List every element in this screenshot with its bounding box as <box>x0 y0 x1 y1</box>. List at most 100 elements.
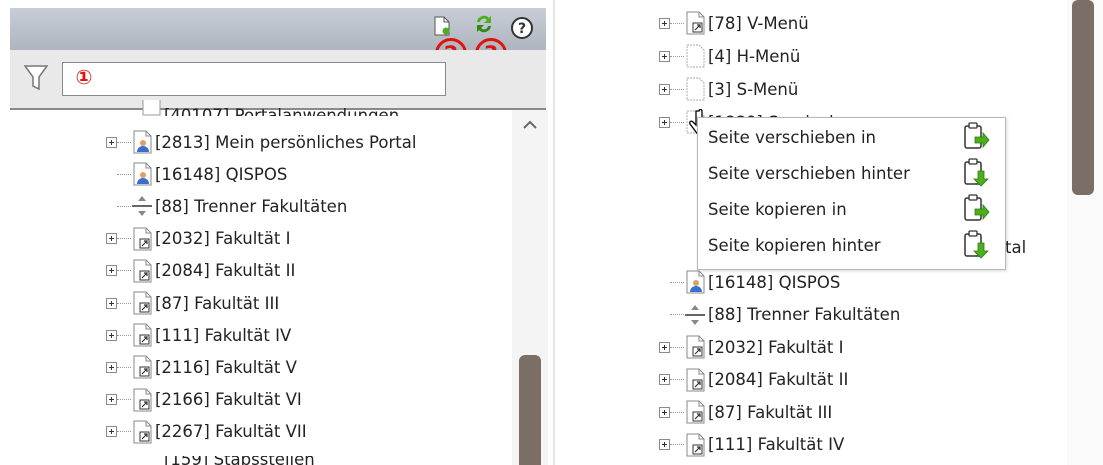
link-page-icon <box>133 355 152 379</box>
link-page-icon <box>686 368 705 391</box>
tree-row[interactable]: [2084] Fakultät II <box>659 364 848 396</box>
expand-toggle-icon[interactable] <box>106 297 117 309</box>
tree-row[interactable]: [2032] Fakultät I <box>106 223 290 255</box>
expand-toggle-icon[interactable] <box>106 329 117 341</box>
tree-connector <box>670 55 684 57</box>
menu-item-copy-into[interactable]: Seite kopieren in <box>698 192 1005 226</box>
tree-label: [2813] Mein persönliches Portal <box>155 132 417 152</box>
expand-toggle-icon[interactable] <box>106 361 117 373</box>
filter-input[interactable] <box>62 62 446 96</box>
link-page-icon <box>686 433 705 456</box>
tree-row[interactable]: [2116] Fakultät V <box>106 351 297 383</box>
tree-row[interactable]: [87] Fakultät III <box>659 396 832 428</box>
expand-toggle-icon[interactable] <box>659 17 670 29</box>
tree-label: [87] Fakultät III <box>155 293 280 313</box>
tree-label: [3] S-Menü <box>708 79 799 99</box>
menu-item-label: Seite verschieben hinter <box>708 163 910 183</box>
tree-label: [111] Fakultät IV <box>708 435 845 454</box>
tree-label: [78] V-Menü <box>708 13 809 33</box>
expand-toggle-icon[interactable] <box>659 439 670 450</box>
tree-label: [40107] Portalanwendungen <box>164 106 400 116</box>
tree-connector <box>670 22 684 24</box>
expand-toggle-icon[interactable] <box>106 426 117 438</box>
menu-item-move-after[interactable]: Seite verschieben hinter <box>698 156 1005 190</box>
tree-connector <box>670 411 684 413</box>
tree-row[interactable]: [87] Fakultät III <box>106 287 279 319</box>
partial-text: tal <box>1005 238 1027 257</box>
tree-row[interactable]: [4] H-Menü <box>659 40 800 72</box>
scroll-thumb-right[interactable] <box>1072 0 1094 195</box>
menu-item-copy-after[interactable]: Seite kopieren hinter <box>698 228 1005 262</box>
menu-item-label: Seite kopieren in <box>708 199 847 219</box>
tree-connector <box>117 334 131 336</box>
expand-toggle-icon[interactable] <box>659 341 670 353</box>
tree-connector <box>117 431 131 433</box>
tree-connector <box>117 366 131 368</box>
tree-connector <box>670 444 684 445</box>
expand-toggle-icon[interactable] <box>106 394 117 406</box>
expand-toggle-icon[interactable] <box>659 116 670 128</box>
expand-toggle-icon[interactable] <box>659 83 670 95</box>
blank-page-icon <box>142 100 161 116</box>
left-tree-panel: ? 2 3 ① [40107] Portalanwendungen [2813]… <box>0 0 554 465</box>
tree-row-partial-bottom[interactable]: [159] Stabsstellen <box>140 456 315 465</box>
tree-connector <box>117 173 131 175</box>
expand-toggle-icon[interactable] <box>106 265 117 277</box>
tree-row[interactable]: [2267] Fakultät VII <box>106 416 307 448</box>
tree-connector <box>117 302 131 304</box>
scroll-up-icon[interactable] <box>522 118 538 130</box>
tree-label: [159] Stabsstellen <box>164 456 315 465</box>
tree-row[interactable]: [111] Fakultät IV <box>106 319 291 351</box>
link-page-icon <box>686 400 705 424</box>
link-page-icon <box>133 420 152 444</box>
tree-row[interactable]: [2813] Mein persönliches Portal <box>106 126 416 158</box>
tree-label: [111] Fakultät IV <box>155 325 292 345</box>
tree-row[interactable]: [2166] Fakultät VI <box>106 384 302 416</box>
tree-label: [87] Fakultät III <box>708 402 833 422</box>
tree-connector <box>117 270 131 272</box>
tree-connector <box>670 379 684 380</box>
tree-row[interactable]: [16148] QISPOS <box>106 158 287 190</box>
blank-page-icon <box>686 44 705 68</box>
user-page-icon <box>133 162 152 186</box>
tree-row[interactable]: [3] S-Menü <box>659 73 798 105</box>
expand-toggle-icon[interactable] <box>106 233 117 245</box>
expand-toggle-icon[interactable] <box>659 374 670 385</box>
tree-connector <box>117 399 131 401</box>
tree-row[interactable]: [88] Trenner Fakultäten <box>106 190 347 222</box>
expand-toggle-icon[interactable] <box>106 136 117 148</box>
separator-icon <box>685 304 705 325</box>
tree-row-partial[interactable]: [40107] Portalanwendungen <box>140 100 399 116</box>
svg-text:?: ? <box>518 21 526 37</box>
expand-toggle-icon[interactable] <box>659 406 670 418</box>
tree-label: [2267] Fakultät VII <box>155 422 307 442</box>
toolbar: ? 2 3 <box>10 8 546 70</box>
tree-connector <box>670 88 684 90</box>
tree-connector <box>670 281 684 283</box>
tree-label: [2116] Fakultät V <box>155 357 297 377</box>
separator-icon <box>132 196 152 217</box>
tree-row[interactable]: [78] V-Menü <box>659 7 809 39</box>
expand-toggle-icon[interactable] <box>659 50 670 62</box>
user-page-icon <box>686 270 705 294</box>
menu-item-move-into[interactable]: Seite verschieben in <box>698 120 1005 154</box>
link-page-icon <box>686 11 705 35</box>
tree-label: [2084] Fakultät II <box>708 370 849 389</box>
link-page-icon <box>686 335 705 359</box>
new-page-icon[interactable] <box>432 16 452 36</box>
link-page-icon <box>133 388 152 412</box>
scrollbar-right[interactable] <box>1067 0 1103 465</box>
tree-row[interactable]: [111] Fakultät IV <box>659 429 844 461</box>
tree-row[interactable]: [2032] Fakultät I <box>659 331 843 363</box>
refresh-icon[interactable] <box>474 14 494 34</box>
help-icon[interactable]: ? <box>510 16 534 40</box>
tree-row[interactable]: [16148] QISPOS <box>659 266 840 298</box>
tree-row[interactable]: [2084] Fakultät II <box>106 255 295 287</box>
tree-label: [88] Trenner Fakultäten <box>155 196 348 216</box>
tree-row[interactable]: [88] Trenner Fakultäten <box>659 299 900 331</box>
scroll-thumb[interactable] <box>519 355 541 465</box>
tree-connector <box>117 238 131 240</box>
copy-into-icon <box>964 194 990 221</box>
scrollbar[interactable] <box>512 110 548 465</box>
context-menu: Seite verschieben in Seite verschieben hi… <box>697 117 1006 270</box>
